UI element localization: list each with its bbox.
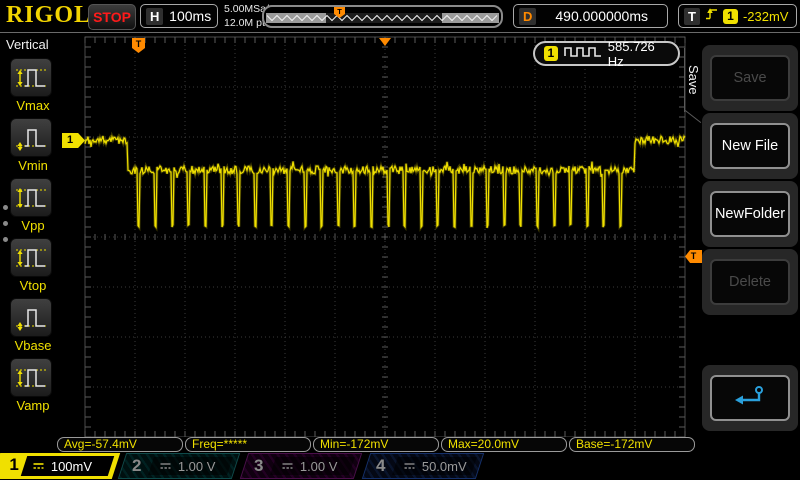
- measurement-max: Max=20.0mV: [441, 437, 567, 452]
- vmin-icon: [10, 118, 52, 157]
- waveform-display: T: [83, 36, 687, 437]
- run-state-badge[interactable]: STOP: [88, 4, 136, 30]
- menu-item-vmin[interactable]: Vmin: [10, 118, 56, 173]
- top-status-bar: RIGOL STOP H 100ms 5.00MSa/s 12.0M pts T…: [0, 0, 800, 33]
- vtop-label: Vtop: [19, 278, 47, 293]
- delay-value: 490.000000ms: [555, 8, 649, 24]
- dc-coupling-icon: [33, 463, 44, 469]
- dc-coupling-icon: [282, 463, 293, 469]
- vmax-label: Vmax: [16, 98, 50, 113]
- channel-1-number: 1: [9, 455, 19, 474]
- vpp-icon: [10, 178, 52, 217]
- trigger-badge: T 1 -232mV: [678, 4, 797, 28]
- menu-page-indicator: [3, 205, 8, 242]
- new-file-button[interactable]: New File: [710, 123, 790, 169]
- delete-button[interactable]: Delete: [710, 259, 790, 305]
- trigger-label: T: [684, 7, 700, 25]
- menu-item-vbase[interactable]: Vbase: [10, 298, 56, 353]
- measurement-min: Min=-172mV: [313, 437, 439, 452]
- measurement-base: Base=-172mV: [569, 437, 695, 452]
- channel-3-tab[interactable]: 3 1.00 V: [239, 453, 363, 479]
- vmax-icon: [10, 58, 52, 97]
- channel-2-tab[interactable]: 2 1.00 V: [117, 453, 241, 479]
- delay-label: D: [519, 7, 537, 25]
- vamp-icon: [10, 358, 52, 397]
- trigger-source-channel: 1: [722, 8, 738, 24]
- channel-4-number: 4: [376, 456, 386, 475]
- channel-4-scale: 50.0mV: [422, 458, 467, 474]
- menu-group: [702, 365, 798, 431]
- waveform-overview-graphic: T: [266, 7, 499, 23]
- menu-item-vtop[interactable]: Vtop: [10, 238, 56, 293]
- menu-item-vmax[interactable]: Vmax: [10, 58, 56, 113]
- menu-title: Vertical: [6, 37, 49, 52]
- counter-channel-chip: 1: [544, 46, 558, 61]
- save-button[interactable]: Save: [710, 55, 790, 101]
- vbase-icon: [10, 298, 52, 337]
- menu-group: New File: [702, 113, 798, 179]
- vmin-label: Vmin: [18, 158, 48, 173]
- horizontal-label: H: [146, 7, 164, 25]
- vtop-icon: [10, 238, 52, 277]
- waveform-overview-bar: T: [262, 5, 503, 28]
- rigol-logo: RIGOL: [6, 2, 92, 28]
- channel-4-tab[interactable]: 4 50.0mV: [361, 453, 485, 479]
- trigger-level-value: -232mV: [742, 8, 789, 24]
- frequency-value: 585.726 Hz: [607, 38, 655, 69]
- rising-edge-icon: [705, 7, 718, 26]
- dc-coupling-icon: [404, 463, 415, 469]
- return-arrow-icon: [733, 385, 767, 411]
- vbase-label: Vbase: [14, 338, 52, 353]
- channel-3-scale: 1.00 V: [300, 458, 338, 474]
- menu-item-vamp[interactable]: Vamp: [10, 358, 56, 413]
- frequency-counter-readout: 1 585.726 Hz: [533, 38, 680, 69]
- menu-tab-save: Save: [684, 48, 701, 112]
- channel-3-number: 3: [254, 456, 264, 475]
- menu-item-vpp[interactable]: Vpp: [10, 178, 56, 233]
- softkey-menu: Save New File NewFolder Delete: [700, 33, 800, 452]
- menu-group: Save: [702, 45, 798, 111]
- menu-group: Delete: [702, 249, 798, 315]
- vpp-label: Vpp: [21, 218, 45, 233]
- channel-1-tab[interactable]: 1 100mV: [0, 453, 121, 479]
- vertical-measure-menu: Vertical Vmax Vmin Vpp Vtop Vbase Vamp: [0, 33, 58, 452]
- timebase-value: 100ms: [169, 8, 212, 24]
- menu-group: NewFolder: [702, 181, 798, 247]
- vamp-label: Vamp: [16, 398, 50, 413]
- channel-2-scale: 1.00 V: [178, 458, 216, 474]
- delay-badge: D 490.000000ms: [513, 4, 668, 28]
- square-wave-icon: [563, 45, 602, 63]
- svg-text:T: T: [136, 39, 142, 49]
- new-folder-button[interactable]: NewFolder: [710, 191, 790, 237]
- measurement-freq: Freq=*****: [185, 437, 311, 452]
- channel-1-scale: 100mV: [51, 458, 93, 474]
- horizontal-timebase-badge: H 100ms: [140, 4, 218, 28]
- dc-coupling-icon: [160, 463, 171, 469]
- oscilloscope-screen: RIGOL STOP H 100ms 5.00MSa/s 12.0M pts T…: [0, 0, 800, 480]
- channel-2-number: 2: [132, 456, 142, 475]
- channel-status-bar: 1 100mV 2 1.00 V 3 1.00 V 4 50.0mV: [0, 452, 800, 480]
- back-button[interactable]: [710, 375, 790, 421]
- svg-text:T: T: [337, 7, 342, 16]
- measurement-avg: Avg=-57.4mV: [57, 437, 183, 452]
